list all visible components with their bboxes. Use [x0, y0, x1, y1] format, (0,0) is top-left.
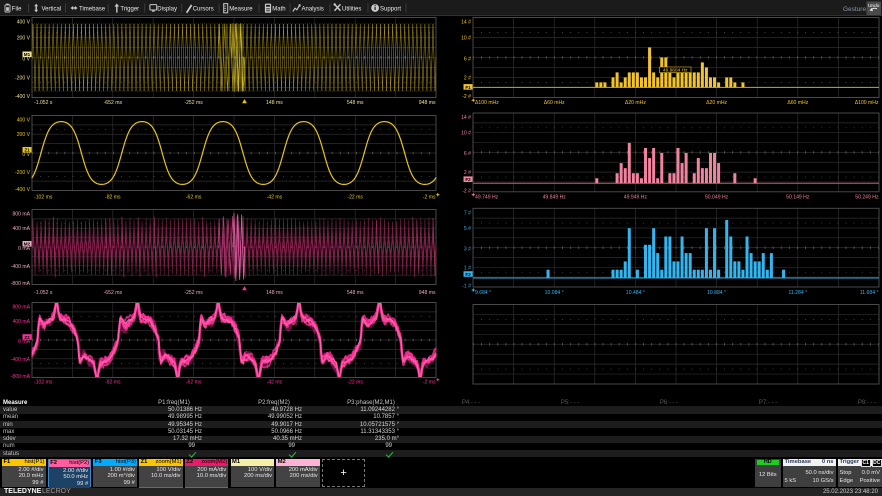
svg-text:-2 #: -2 # — [462, 94, 471, 100]
svg-text:-2 ms: -2 ms — [423, 195, 436, 201]
svg-text:50.249 Hz: 50.249 Hz — [855, 195, 879, 201]
svg-text:-22 ms: -22 ms — [347, 195, 363, 201]
svg-text:800 mA: 800 mA — [12, 212, 30, 218]
svg-text:11.684 °: 11.684 ° — [860, 290, 879, 296]
svg-text:50.149 Hz: 50.149 Hz — [786, 195, 810, 201]
svg-text:F1: F1 — [465, 85, 471, 90]
svg-text:200 V: 200 V — [17, 36, 31, 42]
svg-text:-82 ms: -82 ms — [105, 380, 121, 386]
svg-text:Δ60 mHz: Δ60 mHz — [787, 100, 808, 106]
svg-text:Δ60 mHz: Δ60 mHz — [544, 100, 565, 106]
svg-text:Δ100 mHz: Δ100 mHz — [855, 100, 879, 106]
svg-text:-2 ms: -2 ms — [423, 380, 436, 386]
svg-text:-82 ms: -82 ms — [105, 195, 121, 201]
svg-text:10.884 °: 10.884 ° — [707, 290, 726, 296]
svg-text:Δ20 mHz: Δ20 mHz — [706, 100, 727, 106]
svg-text:400 mA: 400 mA — [12, 226, 30, 232]
svg-text:10 #: 10 # — [461, 131, 471, 137]
svg-text:400 mA: 400 mA — [12, 319, 30, 325]
svg-text:50.049 Hz: 50.049 Hz — [705, 195, 729, 201]
svg-text:49.849 Hz: 49.849 Hz — [543, 195, 567, 201]
svg-text:11.284 °: 11.284 ° — [788, 290, 807, 296]
svg-text:9.684 °: 9.684 ° — [475, 290, 491, 296]
svg-text:-2 #: -2 # — [462, 188, 471, 194]
svg-text:400 V: 400 V — [17, 118, 31, 124]
svg-text:-102 ms: -102 ms — [34, 380, 53, 386]
svg-text:148 ms: 148 ms — [266, 290, 283, 296]
svg-text:-42 ms: -42 ms — [267, 380, 283, 386]
svg-text:5 #: 5 # — [464, 226, 471, 232]
svg-text:200 V: 200 V — [17, 132, 31, 138]
svg-text:2 #: 2 # — [464, 76, 471, 82]
svg-text:400 V: 400 V — [17, 20, 31, 26]
svg-text:M2: M2 — [24, 242, 31, 247]
svg-text:800 mA: 800 mA — [12, 305, 30, 311]
svg-text:7 #: 7 # — [464, 210, 471, 216]
svg-text:Δ20 mHz: Δ20 mHz — [625, 100, 646, 106]
svg-text:M1: M1 — [24, 52, 31, 57]
svg-text:Z1: Z1 — [24, 148, 30, 153]
svg-text:-400 mA: -400 mA — [11, 357, 31, 363]
svg-text:-400 V: -400 V — [15, 94, 31, 100]
svg-text:14 #: 14 # — [461, 20, 471, 26]
svg-text:2 #: 2 # — [464, 170, 471, 176]
svg-text:Z2: Z2 — [24, 335, 30, 340]
svg-text:-800 mA: -800 mA — [11, 374, 31, 380]
svg-text:548 ms: 548 ms — [347, 100, 364, 106]
svg-text:-652 ms: -652 ms — [104, 290, 123, 296]
svg-text:148 ms: 148 ms — [266, 100, 283, 106]
svg-text:10.084 °: 10.084 ° — [545, 290, 564, 296]
svg-text:-252 ms: -252 ms — [184, 100, 203, 106]
svg-text:-400 mA: -400 mA — [11, 264, 31, 270]
svg-text:-1.052 s: -1.052 s — [34, 100, 53, 106]
svg-text:948 ms: 948 ms — [419, 100, 436, 106]
svg-text:-62 ms: -62 ms — [186, 380, 202, 386]
svg-text:49.749 Hz: 49.749 Hz — [475, 195, 499, 201]
svg-text:-200 V: -200 V — [15, 170, 31, 176]
svg-text:10 #: 10 # — [461, 36, 471, 42]
svg-text:3 #: 3 # — [464, 247, 471, 253]
svg-text:49.9604 Hz: 49.9604 Hz — [663, 68, 688, 74]
svg-text:-62 ms: -62 ms — [186, 195, 202, 201]
svg-text:49.949 Hz: 49.949 Hz — [624, 195, 648, 201]
svg-text:14 #: 14 # — [461, 115, 471, 121]
svg-text:-400 V: -400 V — [15, 187, 31, 193]
svg-text:-200 V: -200 V — [15, 76, 31, 82]
svg-text:-800 mA: -800 mA — [11, 281, 31, 287]
svg-text:6 #: 6 # — [464, 56, 471, 62]
svg-text:-252 ms: -252 ms — [184, 290, 203, 296]
svg-text:-42 ms: -42 ms — [267, 195, 283, 201]
svg-text:548 ms: 548 ms — [347, 290, 364, 296]
svg-text:-652 ms: -652 ms — [104, 100, 123, 106]
svg-text:10.484 °: 10.484 ° — [626, 290, 645, 296]
svg-text:948 ms: 948 ms — [419, 290, 436, 296]
svg-text:1 #: 1 # — [464, 265, 471, 271]
svg-text:-102 ms: -102 ms — [34, 195, 53, 201]
svg-text:-1.052 s: -1.052 s — [34, 290, 53, 296]
svg-text:F2: F2 — [465, 177, 471, 182]
svg-text:F3: F3 — [465, 272, 471, 277]
svg-text:6 #: 6 # — [464, 151, 471, 157]
svg-text:Δ100 mHz: Δ100 mHz — [475, 100, 499, 106]
svg-text:-1 #: -1 # — [462, 284, 471, 290]
svg-text:-22 ms: -22 ms — [347, 380, 363, 386]
